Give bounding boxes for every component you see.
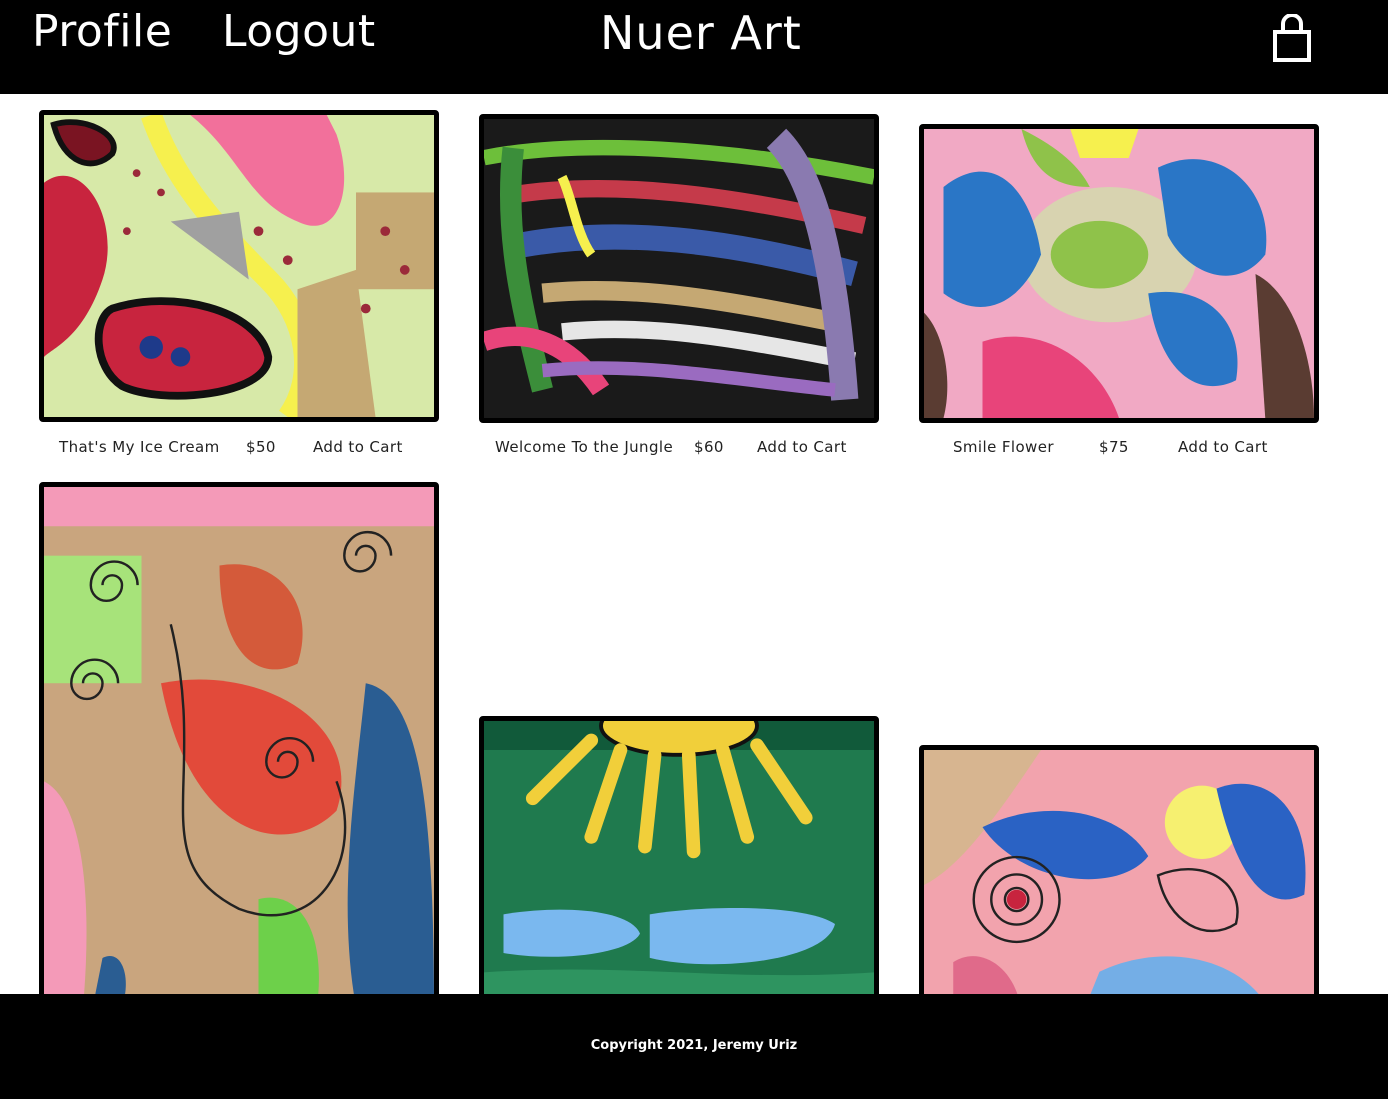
copyright-text: Copyright 2021, Jeremy Uriz (590, 1038, 798, 1053)
artwork-gallery: That's My Ice Cream $50 Add to Cart Welc… (0, 94, 1388, 994)
artwork-title: Welcome To the Jungle (495, 438, 674, 456)
site-footer: Copyright 2021, Jeremy Uriz (0, 994, 1388, 1099)
artwork-image[interactable] (479, 716, 879, 994)
artwork-image[interactable] (919, 745, 1319, 994)
add-to-cart-button[interactable]: Add to Cart (313, 438, 403, 456)
artwork-price: $50 (246, 438, 276, 456)
site-brand-title: Nuer Art (600, 6, 802, 60)
artwork-image[interactable] (479, 114, 879, 423)
artwork-price: $75 (1099, 438, 1129, 456)
artwork-image[interactable] (39, 110, 439, 422)
logout-link[interactable]: Logout (222, 6, 376, 57)
artwork-title: That's My Ice Cream (59, 438, 220, 456)
artwork-title: Smile Flower (953, 438, 1054, 456)
add-to-cart-button[interactable]: Add to Cart (1178, 438, 1268, 456)
artwork-image[interactable] (919, 124, 1319, 423)
shopping-bag-icon[interactable] (1270, 13, 1314, 64)
profile-link[interactable]: Profile (32, 6, 172, 57)
top-navigation-bar: Profile Logout Nuer Art (0, 0, 1388, 94)
artwork-image[interactable] (39, 482, 439, 994)
artwork-price: $60 (694, 438, 724, 456)
add-to-cart-button[interactable]: Add to Cart (757, 438, 847, 456)
